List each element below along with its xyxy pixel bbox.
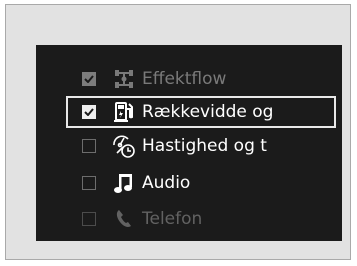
figure-frame: Effektflow Rækkevidde og Hastighed og t … bbox=[5, 4, 351, 260]
drivetrain-icon bbox=[110, 66, 138, 92]
fuel-pump-icon bbox=[110, 99, 138, 125]
phone-icon bbox=[110, 206, 138, 232]
speedometer-clock-icon bbox=[110, 133, 138, 159]
menu-item-label: Hastighed og t bbox=[142, 136, 267, 156]
music-note-icon bbox=[110, 170, 138, 196]
checkbox[interactable] bbox=[82, 212, 96, 226]
checkbox[interactable] bbox=[82, 139, 96, 153]
menu-item-hastighed[interactable]: Hastighed og t bbox=[66, 130, 336, 162]
menu-item-effektflow[interactable]: Effektflow bbox=[66, 63, 336, 95]
checkbox[interactable] bbox=[82, 176, 96, 190]
menu-item-label: Telefon bbox=[142, 209, 203, 229]
menu-item-label: Audio bbox=[142, 173, 191, 193]
display-screen: Effektflow Rækkevidde og Hastighed og t … bbox=[36, 45, 342, 241]
checkbox[interactable] bbox=[82, 105, 96, 119]
checkbox[interactable] bbox=[82, 72, 96, 86]
menu-item-raekkevidde[interactable]: Rækkevidde og bbox=[66, 96, 336, 128]
menu-item-label: Rækkevidde og bbox=[142, 102, 274, 122]
menu-item-audio[interactable]: Audio bbox=[66, 167, 336, 199]
menu-item-telefon[interactable]: Telefon bbox=[66, 203, 336, 235]
menu-item-label: Effektflow bbox=[142, 69, 227, 89]
menu-list: Effektflow Rækkevidde og Hastighed og t … bbox=[36, 45, 342, 241]
